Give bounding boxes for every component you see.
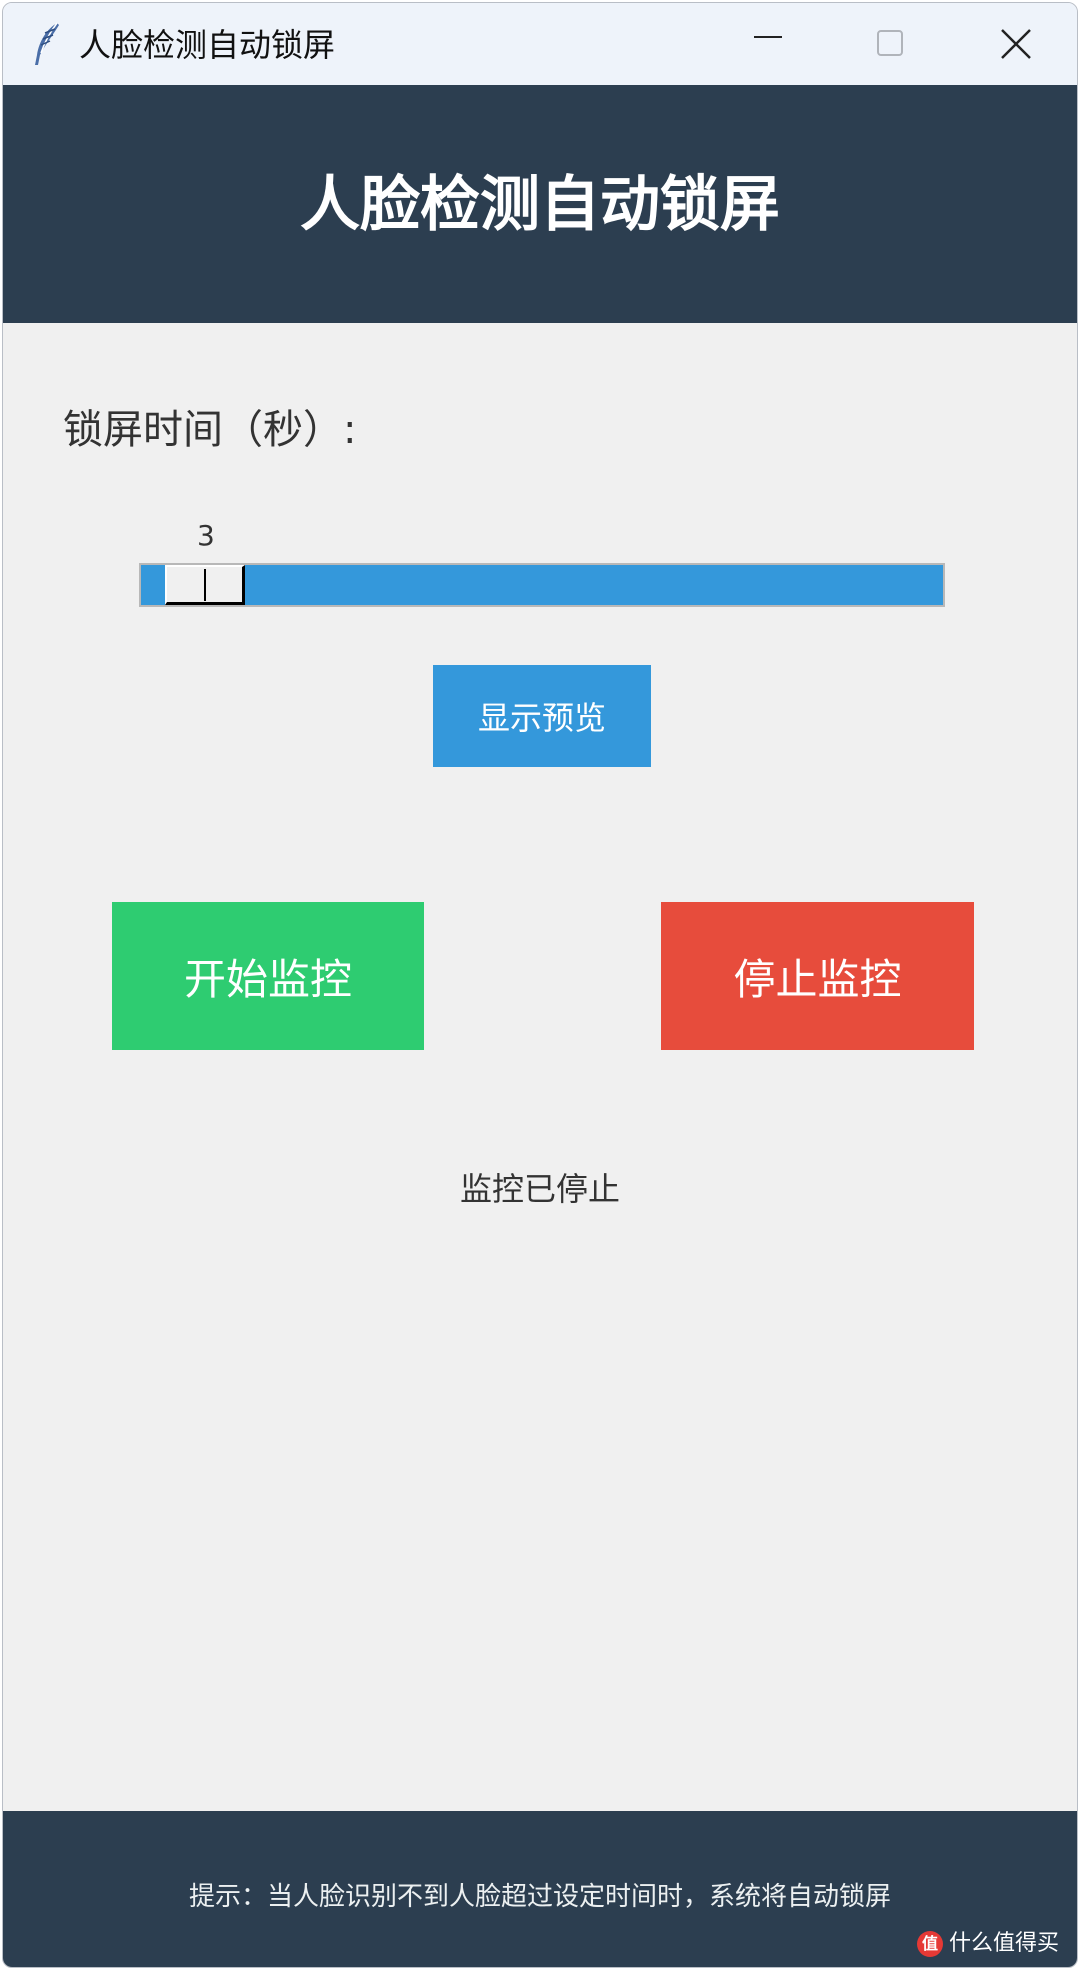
show-preview-button[interactable]: 显示预览 — [433, 665, 651, 767]
title-bar[interactable]: 人脸检测自动锁屏 — [3, 3, 1077, 85]
minimize-icon — [754, 36, 782, 38]
close-button[interactable] — [956, 3, 1076, 85]
lock-time-label: 锁屏时间（秒）: — [63, 407, 357, 453]
maximize-icon — [877, 30, 903, 56]
footer-tip: 提示：当人脸识别不到人脸超过设定时间时，系统将自动锁屏 — [188, 1882, 891, 1912]
header-title: 人脸检测自动锁屏 — [300, 170, 780, 240]
slider-value: 3 — [197, 519, 215, 552]
start-monitoring-button[interactable]: 开始监控 — [112, 902, 424, 1050]
header-banner: 人脸检测自动锁屏 — [3, 85, 1077, 323]
watermark-badge: 值 — [916, 1931, 943, 1957]
window-title: 人脸检测自动锁屏 — [79, 26, 336, 64]
app-window: 人脸检测自动锁屏 人脸检测自动锁屏 锁屏时间（秒）: 3 显示预览 开始监控 停… — [2, 2, 1078, 1968]
watermark-text: 什么值得买 — [948, 1931, 1059, 1956]
close-icon — [1001, 29, 1031, 59]
maximize-button[interactable] — [831, 3, 951, 85]
stop-monitoring-button[interactable]: 停止监控 — [661, 902, 974, 1050]
status-text: 监控已停止 — [459, 1170, 620, 1208]
minimize-button[interactable] — [708, 3, 828, 85]
lock-time-slider[interactable] — [139, 563, 945, 607]
feather-icon — [29, 21, 63, 67]
watermark: 值 什么值得买 — [916, 1929, 1059, 1959]
footer-bar: 提示：当人脸识别不到人脸超过设定时间时，系统将自动锁屏 — [3, 1811, 1077, 1967]
slider-thumb[interactable] — [165, 565, 245, 605]
